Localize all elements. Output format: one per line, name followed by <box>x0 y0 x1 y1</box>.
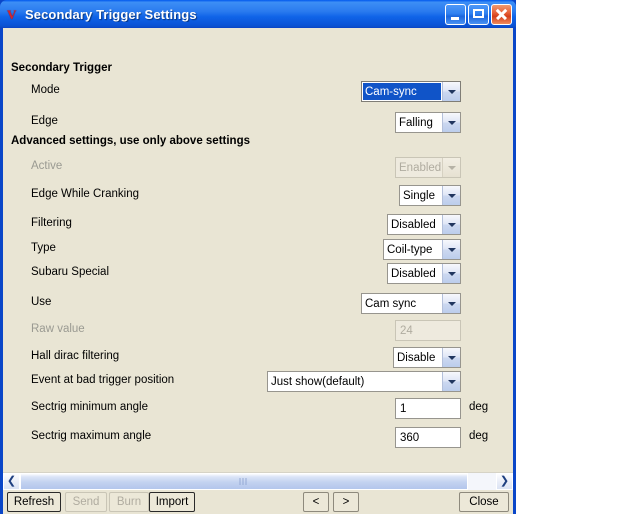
window-controls <box>445 3 514 25</box>
combobox-3[interactable]: Single <box>399 185 461 206</box>
text-field-12[interactable]: 360 <box>395 427 461 448</box>
button-import[interactable]: Import <box>149 492 195 512</box>
row-label-8: Raw value <box>31 323 85 335</box>
client-area: Secondary Trigger Advanced settings, use … <box>3 28 513 514</box>
combobox-value-7: Cam sync <box>365 297 417 310</box>
chevron-down-icon[interactable] <box>442 113 460 132</box>
chevron-down-icon[interactable] <box>442 348 460 367</box>
button-[interactable]: > <box>333 492 359 512</box>
scrollbar-grip-icon <box>239 478 249 485</box>
section-header-advanced-settings: Advanced settings, use only above settin… <box>11 135 251 147</box>
chevron-left-icon: ❮ <box>6 475 17 487</box>
scrollbar-thumb[interactable] <box>20 473 469 490</box>
dialog-window: V Secondary Trigger Settings Secondary T… <box>0 0 516 514</box>
minimize-button[interactable] <box>445 3 466 25</box>
row-label-6: Subaru Special <box>31 266 109 278</box>
chevron-down-icon[interactable] <box>442 264 460 283</box>
row-label-3: Edge While Cranking <box>31 188 140 200</box>
app-logo-v-icon: V <box>7 7 17 22</box>
horizontal-scrollbar[interactable]: ❮ ❯ <box>3 472 513 490</box>
button-[interactable]: < <box>303 492 329 512</box>
combobox-7[interactable]: Cam sync <box>361 293 461 314</box>
window-title: Secondary Trigger Settings <box>25 6 197 22</box>
button-burn: Burn <box>109 492 149 512</box>
combobox-value-9: Disable <box>397 351 436 364</box>
button-close[interactable]: Close <box>459 492 509 512</box>
chevron-down-icon[interactable] <box>442 82 460 101</box>
combobox-value-0: Cam-sync <box>363 83 441 100</box>
row-label-4: Filtering <box>31 217 72 229</box>
chevron-down-icon <box>442 158 460 177</box>
button-refresh[interactable]: Refresh <box>7 492 61 512</box>
combobox-5[interactable]: Coil-type <box>383 239 461 260</box>
button-bar: Refresh Send Burn Import < > Close <box>3 490 513 514</box>
text-field-11[interactable]: 1 <box>395 398 461 419</box>
chevron-down-icon[interactable] <box>442 294 460 313</box>
maximize-button[interactable] <box>468 3 489 25</box>
button-send: Send <box>65 492 107 512</box>
combobox-10[interactable]: Just show(default) <box>267 371 461 392</box>
row-label-10: Event at bad trigger position <box>31 374 175 386</box>
combobox-value-5: Coil-type <box>387 243 433 256</box>
combobox-4[interactable]: Disabled <box>387 214 461 235</box>
section-header-secondary-trigger: Secondary Trigger <box>11 62 112 74</box>
chevron-right-icon: ❯ <box>499 475 510 487</box>
row-label-0: Mode <box>31 84 60 96</box>
combobox-value-2: Enabled <box>399 161 442 174</box>
title-bar[interactable]: V Secondary Trigger Settings <box>0 0 516 28</box>
combobox-9[interactable]: Disable <box>393 347 461 368</box>
scrollbar-track[interactable] <box>20 473 496 490</box>
text-field-8: 24 <box>395 320 461 341</box>
settings-panel: Secondary Trigger Advanced settings, use … <box>3 28 513 472</box>
close-button[interactable] <box>491 3 512 25</box>
combobox-1[interactable]: Falling <box>395 112 461 133</box>
row-label-9: Hall dirac filtering <box>31 350 120 362</box>
unit-label-11: deg <box>469 401 489 413</box>
combobox-2: Enabled <box>395 157 461 178</box>
chevron-down-icon[interactable] <box>442 372 460 391</box>
chevron-down-icon[interactable] <box>442 215 460 234</box>
chevron-down-icon[interactable] <box>442 186 460 205</box>
combobox-0[interactable]: Cam-sync <box>361 81 461 102</box>
combobox-value-3: Single <box>403 189 435 202</box>
row-label-11: Sectrig minimum angle <box>31 401 148 413</box>
combobox-value-6: Disabled <box>391 267 436 280</box>
row-label-5: Type <box>31 242 56 254</box>
row-label-7: Use <box>31 296 52 308</box>
row-label-1: Edge <box>31 115 58 127</box>
scroll-left-button[interactable]: ❮ <box>3 473 20 490</box>
combobox-value-1: Falling <box>399 116 433 129</box>
chevron-down-icon[interactable] <box>442 240 460 259</box>
unit-label-12: deg <box>469 430 489 442</box>
combobox-value-10: Just show(default) <box>271 375 365 388</box>
row-label-12: Sectrig maximum angle <box>31 430 152 442</box>
row-label-2: Active <box>31 160 63 172</box>
combobox-6[interactable]: Disabled <box>387 263 461 284</box>
combobox-value-4: Disabled <box>391 218 436 231</box>
scroll-right-button[interactable]: ❯ <box>496 473 513 490</box>
